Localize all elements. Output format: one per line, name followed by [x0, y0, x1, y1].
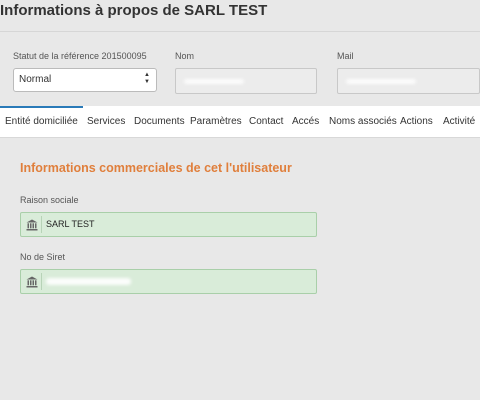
mail-input[interactable]	[337, 68, 480, 94]
bank-icon	[26, 219, 38, 231]
nom-label: Nom	[175, 51, 195, 61]
status-select[interactable]: Normal ▲	[13, 68, 157, 92]
siret-label: No de Siret	[20, 252, 66, 262]
tab-parametres[interactable]: Paramètres	[190, 106, 242, 137]
raison-sociale-value: SARL TEST	[46, 219, 95, 229]
nom-redacted	[184, 79, 244, 84]
tab-activite[interactable]: Activité	[443, 106, 475, 137]
status-label: Statut de la référence 201500095	[13, 51, 147, 61]
tab-actions[interactable]: Actions	[400, 106, 433, 137]
siret-redacted	[46, 278, 131, 285]
mail-redacted	[346, 79, 416, 84]
bank-icon	[26, 276, 38, 288]
tabs-bar: Entité domiciliée Services Documents Par…	[0, 106, 480, 138]
tab-entite-domiciliee[interactable]: Entité domiciliée	[0, 106, 83, 137]
status-select-value: Normal	[19, 74, 52, 85]
page-title: Informations à propos de SARL TEST	[0, 2, 268, 19]
field-separator	[41, 273, 42, 290]
field-separator	[41, 216, 42, 233]
raison-sociale-label: Raison sociale	[20, 195, 79, 205]
tab-acces[interactable]: Accés	[292, 106, 319, 137]
mail-label: Mail	[337, 51, 354, 61]
tab-services[interactable]: Services	[87, 106, 125, 137]
tab-documents[interactable]: Documents	[134, 106, 185, 137]
tab-noms-associes[interactable]: Noms associés	[329, 106, 397, 137]
raison-sociale-input[interactable]: SARL TEST	[20, 212, 317, 237]
divider	[0, 31, 480, 32]
nom-input[interactable]	[175, 68, 317, 94]
siret-input[interactable]	[20, 269, 317, 294]
section-title: Informations commerciales de cet l'utili…	[20, 161, 292, 175]
tab-contact[interactable]: Contact	[249, 106, 283, 137]
status-select-arrows-icon: ▲ ▼	[144, 72, 150, 85]
